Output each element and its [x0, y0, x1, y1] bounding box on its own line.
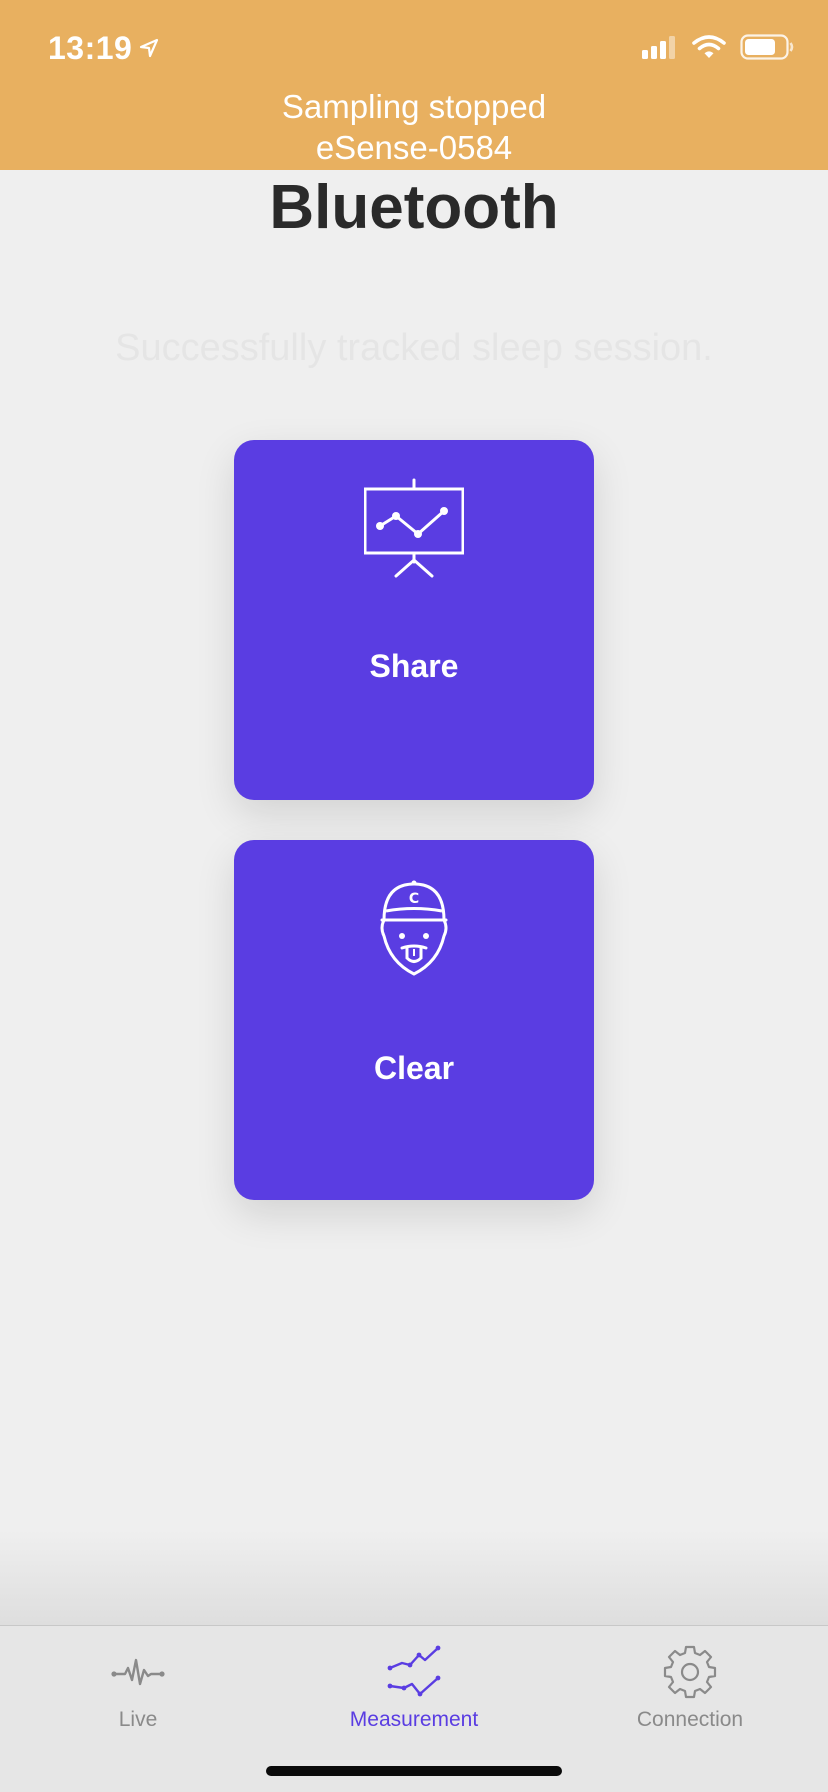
cap-face-icon: C [364, 878, 464, 978]
session-status-message: Successfully tracked sleep session. [115, 327, 713, 369]
sampling-status-text: Sampling stopped [281, 88, 547, 125]
home-indicator[interactable] [266, 1766, 562, 1776]
presentation-chart-icon [363, 478, 465, 578]
status-time: 13:19 [48, 30, 160, 67]
status-time-text: 13:19 [48, 30, 133, 66]
tab-bar-shadow [0, 1530, 828, 1625]
clear-button-label: Clear [373, 1050, 455, 1086]
cellular-signal-icon [642, 35, 678, 64]
svg-text:C: C [409, 891, 419, 907]
tab-live[interactable]: Live [0, 1626, 276, 1746]
status-banner: 13:19 Sampling stopped eSense-0584 [0, 0, 828, 170]
tab-measurement-label: Measurement [349, 1708, 479, 1731]
gear-icon [660, 1644, 720, 1700]
pulse-icon [108, 1644, 168, 1700]
tab-live-label: Live [118, 1708, 158, 1731]
line-chart-icon [384, 1644, 444, 1700]
tab-measurement[interactable]: Measurement [276, 1626, 552, 1746]
share-button-label: Share [369, 648, 459, 684]
location-arrow-icon [138, 30, 160, 67]
battery-icon [740, 34, 794, 65]
page-title: Bluetooth [269, 173, 559, 242]
clear-button[interactable]: C Clear [234, 840, 594, 1200]
device-name-text: eSense-0584 [315, 129, 513, 166]
wifi-icon [692, 34, 726, 65]
status-indicators [642, 34, 794, 65]
tab-connection[interactable]: Connection [552, 1626, 828, 1746]
share-button[interactable]: Share [234, 440, 594, 800]
tab-connection-label: Connection [636, 1708, 744, 1731]
app-screen: 13:19 Sampling stopped eSense-0584 Bluet… [0, 0, 828, 1792]
